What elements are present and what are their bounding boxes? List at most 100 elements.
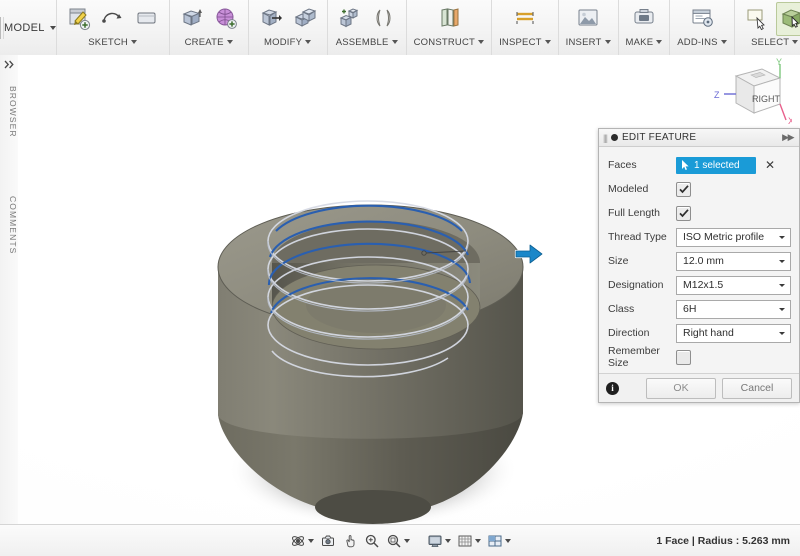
thread-type-label: Thread Type — [608, 231, 667, 243]
look-at-icon[interactable] — [318, 533, 338, 549]
ribbon-toolbar: MODEL SKETCH CREATE MODIFY ASSEMBLE CONS… — [0, 0, 800, 56]
drag-grip-icon[interactable]: ||| — [603, 133, 608, 143]
left-rail: BROWSER COMMENTS — [0, 55, 19, 540]
ribbon-group-create: CREATE — [168, 0, 248, 55]
scripts-addins-icon[interactable] — [687, 2, 717, 34]
ribbon-group-make-label[interactable]: MAKE — [626, 37, 663, 48]
thread-type-value: ISO Metric profile — [683, 231, 765, 243]
press-pull-icon[interactable] — [256, 2, 286, 34]
class-label: Class — [608, 303, 635, 315]
grid-snaps-icon[interactable] — [455, 533, 483, 549]
direction-dropdown[interactable]: Right hand — [676, 323, 791, 343]
create-sketch-icon[interactable] — [64, 2, 94, 34]
remember-size-checkbox[interactable] — [676, 349, 691, 365]
ribbon-group-select-label[interactable]: SELECT — [751, 37, 799, 48]
info-icon[interactable]: i — [606, 381, 619, 395]
viewcube[interactable]: RIGHT X Y Z — [706, 57, 794, 130]
ok-button[interactable]: OK — [646, 377, 716, 399]
collapse-panel-icon[interactable]: ▶▶ — [782, 132, 795, 143]
row-direction: Direction Right hand — [599, 321, 799, 345]
browser-label: BROWSER — [8, 86, 18, 138]
display-mode-icon[interactable] — [425, 533, 453, 549]
ribbon-group-addins: ADD-INS — [669, 0, 733, 55]
row-thread-type: Thread Type ISO Metric profile — [599, 225, 799, 249]
cancel-button[interactable]: Cancel — [722, 377, 792, 399]
ribbon-group-create-label[interactable]: CREATE — [185, 37, 233, 48]
comments-label: COMMENTS — [8, 195, 18, 255]
ribbon-group-sketch: SKETCH — [55, 0, 169, 55]
ribbon-group-assemble-label[interactable]: ASSEMBLE — [336, 37, 398, 48]
mesh-body-icon[interactable] — [211, 2, 241, 34]
ribbon-group-addins-label[interactable]: ADD-INS — [677, 37, 727, 48]
sketch-rectangle-icon[interactable] — [132, 2, 162, 34]
bottom-status-bar: 1 Face | Radius : 5.263 mm — [0, 524, 800, 556]
faces-selection-button[interactable]: 1 selected — [676, 156, 756, 174]
tab-model[interactable]: MODEL — [4, 0, 56, 55]
direction-value: Right hand — [683, 327, 734, 339]
orbit-icon[interactable] — [288, 533, 316, 549]
measure-icon[interactable] — [510, 2, 540, 34]
direction-label: Direction — [608, 327, 650, 339]
dialog-title-bar[interactable]: ||| EDIT FEATURE ▶▶ — [599, 129, 799, 147]
clear-selection-icon[interactable]: ✕ — [765, 159, 775, 171]
class-dropdown[interactable]: 6H — [676, 299, 791, 319]
row-designation: Designation M12x1.5 — [599, 273, 799, 297]
ribbon-group-insert-label[interactable]: INSERT — [566, 37, 611, 48]
sidebar-panel-comments[interactable]: COMMENTS — [0, 185, 18, 265]
ribbon-group-sketch-label[interactable]: SKETCH — [88, 37, 137, 48]
expand-panel-icon[interactable] — [3, 59, 15, 70]
dialog-body: Faces 1 selected ✕ Modeled Full Length T… — [599, 147, 799, 373]
extrude-icon[interactable] — [177, 2, 207, 34]
viewcube-axis-x: X — [788, 116, 792, 126]
chevron-down-icon — [779, 259, 785, 263]
size-value: 12.0 mm — [683, 255, 724, 267]
chevron-down-icon — [779, 307, 785, 311]
combine-icon[interactable] — [290, 2, 320, 34]
joint-icon[interactable] — [369, 2, 399, 34]
remember-size-label: Remember Size — [608, 345, 660, 369]
ribbon-group-assemble: ASSEMBLE — [326, 0, 406, 55]
edit-feature-dialog: ||| EDIT FEATURE ▶▶ Faces 1 selected ✕ M… — [598, 128, 800, 403]
sketch-line-icon[interactable] — [98, 2, 128, 34]
designation-label: Designation — [608, 279, 664, 291]
ribbon-group-insert: INSERT — [557, 0, 618, 55]
feature-status-icon — [611, 134, 619, 141]
size-label: Size — [608, 255, 629, 267]
ribbon-group-modify-label[interactable]: MODIFY — [264, 37, 312, 48]
designation-value: M12x1.5 — [683, 279, 724, 291]
modeled-checkbox[interactable] — [676, 181, 691, 197]
size-dropdown[interactable]: 12.0 mm — [676, 251, 791, 271]
viewcube-axis-y: Y — [776, 58, 782, 67]
3d-print-icon[interactable] — [629, 2, 659, 34]
ribbon-group-construct-label[interactable]: CONSTRUCT — [414, 37, 485, 48]
ribbon-group-modify: MODIFY — [247, 0, 327, 55]
insert-image-icon[interactable] — [573, 2, 603, 34]
designation-dropdown[interactable]: M12x1.5 — [676, 275, 791, 295]
viewport-canvas[interactable]: RIGHT X Y Z ||| EDIT FEATURE ▶▶ Faces 1 … — [18, 55, 800, 525]
select-cube-icon[interactable] — [775, 2, 800, 36]
status-text: 1 Face | Radius : 5.263 mm — [656, 534, 790, 547]
tab-model-label: MODEL — [4, 21, 45, 34]
viewcube-face-label: RIGHT — [752, 94, 781, 104]
row-full-length: Full Length — [599, 201, 799, 225]
pan-icon[interactable] — [340, 533, 360, 549]
new-component-icon[interactable] — [335, 2, 365, 34]
chevron-down-icon — [779, 331, 785, 335]
sidebar-panel-browser[interactable]: BROWSER — [0, 77, 18, 147]
row-class: Class 6H — [599, 297, 799, 321]
offset-plane-icon[interactable] — [434, 2, 464, 34]
row-remember-size: Remember Size — [599, 345, 799, 369]
dialog-footer: i OK Cancel — [599, 373, 799, 402]
zoom-window-icon[interactable] — [384, 533, 412, 549]
zoom-icon[interactable] — [362, 533, 382, 549]
select-window-icon[interactable] — [742, 2, 772, 34]
full-length-checkbox[interactable] — [676, 205, 691, 221]
ribbon-group-inspect: INSPECT — [491, 0, 558, 55]
chevron-down-icon — [779, 235, 785, 239]
ribbon-group-make: MAKE — [617, 0, 670, 55]
select-cursor-icon — [682, 159, 689, 170]
viewports-icon[interactable] — [485, 533, 513, 549]
ribbon-group-inspect-label[interactable]: INSPECT — [499, 37, 551, 48]
row-modeled: Modeled — [599, 177, 799, 201]
thread-type-dropdown[interactable]: ISO Metric profile — [676, 227, 791, 247]
